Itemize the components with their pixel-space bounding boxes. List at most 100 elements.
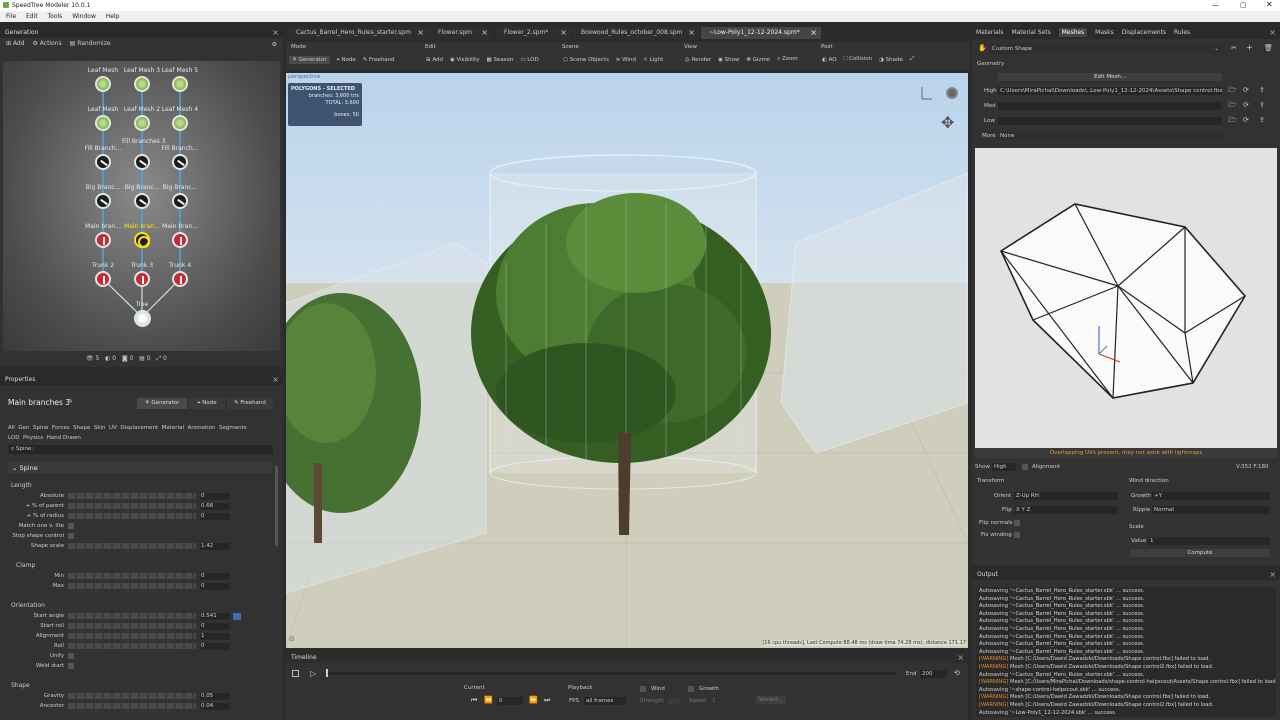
- list-icon[interactable]: ▤: [139, 355, 145, 362]
- node-mode-button[interactable]: ⌖ Node: [189, 398, 225, 409]
- tab-flower2[interactable]: Flower_2.spm* ×: [496, 27, 571, 39]
- tab-gen[interactable]: Gen: [18, 425, 29, 431]
- export-icon[interactable]: ⇪: [1259, 86, 1265, 94]
- shade-button[interactable]: ◑ Shade: [879, 57, 903, 63]
- hand-icon[interactable]: ✋: [978, 44, 987, 52]
- trunk-node[interactable]: [134, 271, 150, 287]
- wizard-button[interactable]: Wizard...: [756, 696, 786, 704]
- close-icon[interactable]: ×: [481, 28, 488, 37]
- trash-icon[interactable]: 🗑: [1264, 44, 1273, 52]
- min-slider[interactable]: [68, 573, 196, 579]
- node-graph[interactable]: Leaf Mesh Leaf Mesh 3 Leaf Mesh 5 Leaf M…: [3, 61, 280, 351]
- leaf-mesh-node[interactable]: [172, 76, 188, 92]
- zoom-button[interactable]: ⌕ Zoom: [777, 56, 798, 63]
- season-button[interactable]: ▦ Season: [486, 57, 513, 63]
- end-input[interactable]: 200: [920, 670, 946, 678]
- export-icon[interactable]: ⇪: [1259, 101, 1265, 109]
- tab-boxwood[interactable]: Boxwood_Rules_october_008.spm ×: [573, 27, 699, 39]
- alignment-value[interactable]: 1: [200, 633, 230, 640]
- unify-checkbox[interactable]: [68, 653, 74, 659]
- tab-displacements[interactable]: Displacements: [1122, 29, 1166, 36]
- tab-low-poly[interactable]: ~Low-Poly1_12-12-2024.spm* ×: [701, 27, 821, 39]
- menu-edit[interactable]: Edit: [26, 13, 38, 20]
- main-branch-node-selected[interactable]: [134, 232, 150, 248]
- tab-displacement[interactable]: Displacement: [120, 425, 158, 431]
- generator-mode-button[interactable]: ⚘ Generator: [137, 398, 187, 409]
- curve-toggle-active[interactable]: [233, 613, 241, 620]
- growth-checkbox[interactable]: [688, 686, 694, 692]
- max-value[interactable]: 0: [200, 583, 230, 590]
- menu-tools[interactable]: Tools: [48, 13, 63, 20]
- stop-shape-checkbox[interactable]: [68, 533, 74, 539]
- roll-slider[interactable]: [68, 643, 196, 649]
- show-select[interactable]: High: [992, 463, 1016, 471]
- menu-file[interactable]: File: [6, 13, 16, 20]
- menu-window[interactable]: Window: [72, 13, 96, 20]
- close-icon[interactable]: ×: [1269, 28, 1276, 37]
- scene-objects-button[interactable]: ⬡ Scene Objects: [563, 57, 609, 63]
- collision-button[interactable]: ⛶ Collision: [843, 56, 872, 63]
- tab-skin[interactable]: Skin: [94, 425, 106, 431]
- leaf-mesh-node[interactable]: [134, 76, 150, 92]
- add-button[interactable]: ⊞ Add: [6, 40, 25, 47]
- step-back-icon[interactable]: ⏪: [484, 696, 493, 704]
- tab-masks[interactable]: Masks: [1095, 29, 1114, 36]
- close-icon[interactable]: ×: [272, 28, 279, 37]
- folder-icon[interactable]: 🗁: [1228, 116, 1237, 127]
- low-path-input[interactable]: [998, 117, 1222, 125]
- tab-flower[interactable]: Flower.spm ×: [430, 27, 492, 39]
- render-button[interactable]: ◎ Render: [685, 57, 711, 63]
- pct-radius-slider[interactable]: [68, 513, 196, 519]
- tab-material[interactable]: Material: [162, 425, 184, 431]
- strength-slider[interactable]: [668, 698, 680, 704]
- reload-icon[interactable]: ⟳: [1243, 86, 1249, 94]
- export-icon[interactable]: ⇪: [1259, 116, 1265, 124]
- tab-animation[interactable]: Animation: [188, 425, 216, 431]
- tab-physics[interactable]: Physics: [23, 435, 43, 441]
- fix-winding-checkbox[interactable]: [1014, 532, 1020, 538]
- timeline-cursor[interactable]: [326, 669, 328, 677]
- flip-normals-checkbox[interactable]: [1014, 520, 1020, 526]
- close-icon[interactable]: ✕: [1266, 0, 1273, 9]
- tree-node[interactable]: [134, 310, 151, 327]
- alignment-checkbox[interactable]: [1022, 464, 1028, 470]
- edit-mesh-button[interactable]: Edit Mesh...: [998, 73, 1222, 81]
- property-search[interactable]: ⌕ Spine:: [8, 445, 273, 454]
- step-forward-icon[interactable]: ⏩: [529, 696, 538, 704]
- fill-branch-node[interactable]: [172, 154, 188, 170]
- fps-select[interactable]: all frames: [584, 697, 626, 705]
- freehand-button[interactable]: ✎ Freehand: [363, 57, 395, 63]
- generator-button[interactable]: ⚘ Generator: [289, 56, 330, 64]
- tab-hand-drawn[interactable]: Hand Drawn: [47, 435, 81, 441]
- tab-materials[interactable]: Materials: [976, 29, 1004, 36]
- growth-select[interactable]: +Y: [1152, 492, 1270, 500]
- visibility-button[interactable]: ◉ Visibility: [450, 57, 480, 63]
- high-path-input[interactable]: C:\Users\MiraPichal\Downloads\..Low-Poly…: [998, 87, 1222, 95]
- leaf-mesh-node[interactable]: [95, 115, 111, 131]
- tab-meshes[interactable]: Meshes: [1058, 28, 1088, 37]
- camera-icon[interactable]: ◙: [122, 355, 128, 362]
- big-branch-node[interactable]: [95, 193, 111, 209]
- fill-branch-node[interactable]: [134, 154, 150, 170]
- compute-button[interactable]: Compute: [1130, 549, 1270, 557]
- folder-icon[interactable]: 🗁: [1228, 101, 1237, 112]
- start-roll-value[interactable]: 0: [200, 623, 230, 630]
- wind-button[interactable]: ≋ Wind: [616, 57, 636, 63]
- gravity-value[interactable]: 0.05: [200, 693, 230, 700]
- tab-cactus[interactable]: Cactus_Barrel_Hero_Rules_starter.spm ×: [288, 27, 428, 39]
- max-slider[interactable]: [68, 583, 196, 589]
- start-angle-value[interactable]: 0.541: [200, 613, 230, 620]
- ao-button[interactable]: ◐ AO: [822, 57, 837, 63]
- ancestor-value[interactable]: 0.04: [200, 703, 230, 710]
- loop-icon[interactable]: ⟲: [954, 669, 960, 677]
- settings-icon[interactable]: ⚙: [272, 41, 277, 48]
- tab-spine[interactable]: Spine: [33, 425, 48, 431]
- freehand-mode-button[interactable]: ✎ Freehand: [227, 398, 273, 409]
- scissors-icon[interactable]: ✂: [1231, 44, 1237, 52]
- randomize-button[interactable]: ▤ Randomize: [70, 40, 111, 47]
- minimize-icon[interactable]: —: [1212, 1, 1219, 9]
- node-button[interactable]: ⌖ Node: [337, 57, 356, 64]
- search-input[interactable]: Spine:: [16, 446, 33, 452]
- leaf-mesh-node[interactable]: [95, 76, 111, 92]
- show-button[interactable]: ◉ Show: [718, 57, 739, 63]
